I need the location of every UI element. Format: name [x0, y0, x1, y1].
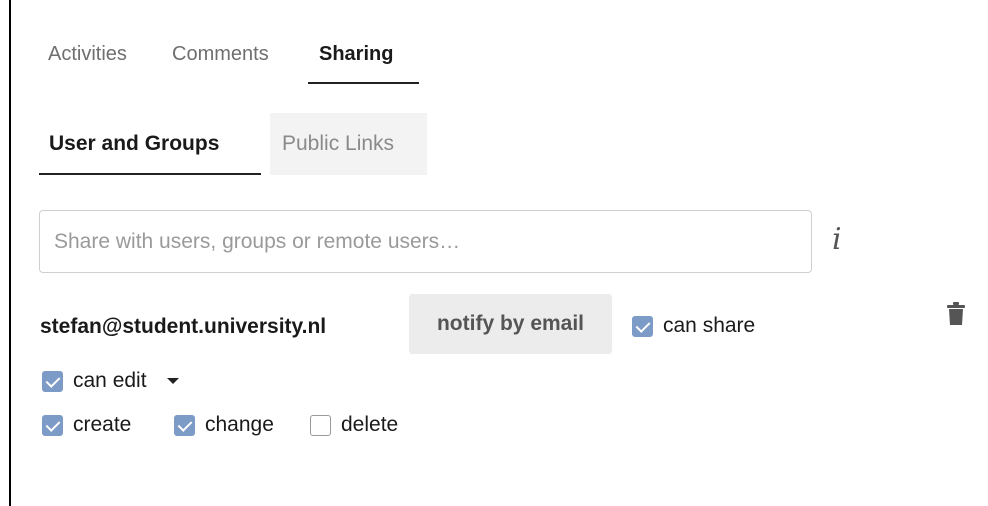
chevron-down-icon[interactable]	[166, 378, 179, 384]
info-icon[interactable]: i	[832, 222, 852, 258]
can-edit-checkbox[interactable]	[42, 370, 63, 392]
can-share-label: can share	[663, 314, 756, 337]
change-label: change	[205, 413, 274, 436]
panel-border	[9, 0, 11, 506]
subtab-user-and-groups[interactable]: User and Groups	[39, 113, 261, 175]
notify-by-email-button[interactable]: notify by email	[409, 294, 612, 354]
trash-icon[interactable]	[946, 302, 966, 326]
can-edit-label: can edit	[73, 369, 147, 392]
tab-activities[interactable]: Activities	[48, 40, 127, 84]
subtab-public-links[interactable]: Public Links	[270, 113, 427, 175]
can-edit-option[interactable]: can edit	[42, 366, 179, 396]
tab-sharing[interactable]: Sharing	[319, 40, 393, 84]
create-label: create	[73, 413, 132, 436]
delete-checkbox[interactable]	[310, 414, 331, 436]
create-option[interactable]: create	[42, 410, 131, 440]
delete-label: delete	[341, 413, 399, 436]
can-share-checkbox[interactable]	[632, 315, 653, 337]
delete-option[interactable]: delete	[310, 410, 398, 440]
share-search-input[interactable]	[39, 210, 812, 273]
create-checkbox[interactable]	[42, 414, 63, 436]
change-checkbox[interactable]	[174, 414, 195, 436]
change-option[interactable]: change	[174, 410, 274, 440]
can-share-option[interactable]: can share	[632, 311, 755, 341]
active-tab-indicator	[308, 82, 419, 84]
sharing-panel: Activities Comments Sharing User and Gro…	[0, 0, 988, 506]
share-recipient: stefan@student.university.nl	[40, 315, 327, 338]
tab-comments[interactable]: Comments	[172, 40, 269, 84]
